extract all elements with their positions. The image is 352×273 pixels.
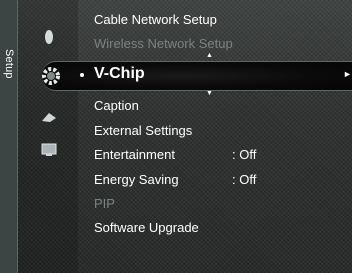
- gear-icon[interactable]: [40, 65, 62, 87]
- triangle-down-icon: ▼: [206, 90, 213, 97]
- menu-item-caption[interactable]: Caption: [94, 98, 139, 113]
- menu-item-v-chip[interactable]: V-Chip: [94, 65, 145, 83]
- menu-item-external-settings[interactable]: External Settings: [94, 123, 192, 138]
- category-sidebar: Setup: [0, 0, 18, 273]
- tv-menu-screen: Setup Cable Network Setup Wireless Netwo…: [0, 0, 352, 273]
- entertainment-value: : Off: [232, 147, 257, 162]
- satellite-icon[interactable]: [40, 108, 58, 126]
- menu-item-cable-network-setup[interactable]: Cable Network Setup: [94, 12, 217, 27]
- triangle-up-icon: ▲: [206, 52, 213, 59]
- menu-item-pip: PIP: [94, 196, 115, 211]
- menu-item-entertainment[interactable]: Entertainment: [94, 147, 175, 162]
- triangle-right-icon: ►: [343, 69, 352, 79]
- picture-icon[interactable]: [40, 28, 58, 46]
- sidebar-label: Setup: [3, 49, 15, 79]
- energy-saving-value: : Off: [232, 172, 257, 187]
- menu-item-energy-saving[interactable]: Energy Saving: [94, 172, 179, 187]
- selected-row-highlight[interactable]: [42, 61, 352, 91]
- menu-item-wireless-network-setup: Wireless Network Setup: [94, 36, 233, 51]
- menu-item-software-upgrade[interactable]: Software Upgrade: [94, 220, 199, 235]
- selection-bullet: [80, 73, 84, 77]
- input-icon[interactable]: [40, 141, 58, 159]
